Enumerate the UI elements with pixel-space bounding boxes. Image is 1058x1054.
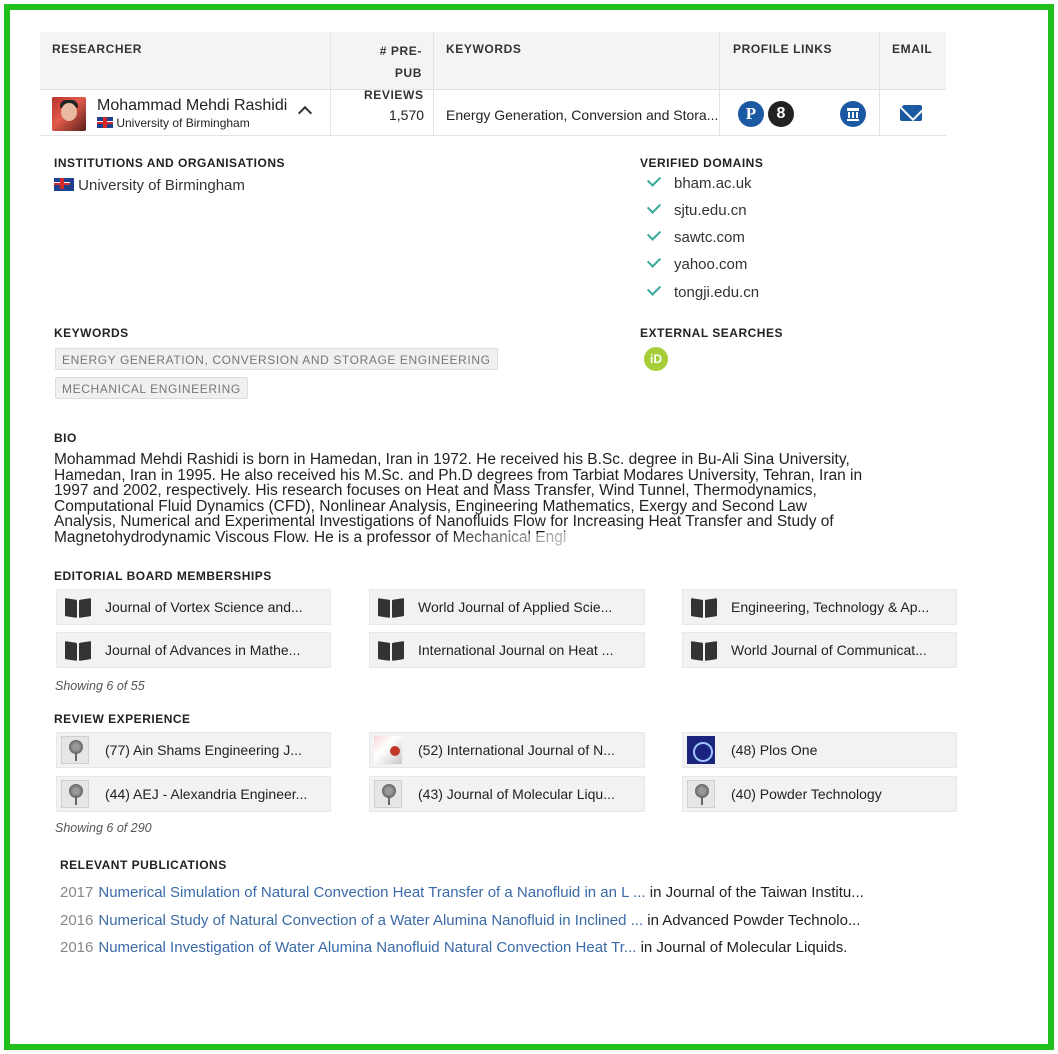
keyword-tag[interactable]: ENERGY GENERATION, CONVERSION AND STORAG… [55, 348, 498, 370]
publication-year: 2016 [60, 939, 94, 956]
uk-flag-icon [54, 178, 74, 191]
researcher-institution-label: University of Birmingham [116, 116, 250, 130]
book-icon [378, 599, 404, 617]
institution-item: University of Birmingham [54, 177, 245, 194]
bio-fade-overlay [430, 534, 650, 554]
editorial-card[interactable]: World Journal of Applied Scie... [369, 589, 645, 625]
book-icon [65, 599, 91, 617]
researcher-institution: University of Birmingham [97, 116, 250, 130]
book-icon [691, 599, 717, 617]
row-keywords: Energy Generation, Conversion and Stora.… [446, 107, 719, 123]
editorial-card[interactable]: International Journal on Heat ... [369, 632, 645, 668]
publication-venue: in Journal of the Taiwan Institu... [649, 884, 864, 901]
keywords-title: KEYWORDS [54, 326, 129, 340]
bio-text: Mohammad Mehdi Rashidi is born in Hameda… [54, 451, 863, 546]
review-card[interactable]: (43) Journal of Molecular Liqu... [369, 776, 645, 812]
review-title: REVIEW EXPERIENCE [54, 712, 191, 726]
editorial-card[interactable]: World Journal of Communicat... [682, 632, 957, 668]
editorial-title: EDITORIAL BOARD MEMBERSHIPS [54, 569, 272, 583]
book-icon [65, 642, 91, 660]
publications-title: RELEVANT PUBLICATIONS [60, 858, 227, 872]
researcher-name[interactable]: Mohammad Mehdi Rashidi [97, 97, 287, 115]
domain-item: sjtu.edu.cn [644, 199, 747, 222]
check-icon [646, 172, 662, 187]
publication-venue: in Journal of Molecular Liquids. [640, 939, 848, 956]
institution-icon[interactable] [840, 101, 866, 127]
check-icon [646, 281, 662, 296]
elsevier-logo-icon [61, 736, 89, 764]
publons-icon[interactable]: P [738, 101, 764, 127]
elsevier-logo-icon [687, 780, 715, 808]
domain-item: sawtc.com [644, 226, 745, 249]
email-icon[interactable] [900, 105, 922, 121]
check-icon [646, 253, 662, 268]
prepub-reviews-count: 1,570 [389, 107, 425, 123]
orcid-icon[interactable]: iD [644, 347, 668, 371]
elsevier-logo-icon [374, 780, 402, 808]
verified-domains-title: VERIFIED DOMAINS [640, 156, 764, 170]
publication-venue: in Advanced Powder Technolo... [647, 912, 861, 929]
publication-year: 2017 [60, 884, 94, 901]
domain-item: bham.ac.uk [644, 172, 752, 195]
keyword-tag[interactable]: MECHANICAL ENGINEERING [55, 377, 248, 399]
editorial-showing-count[interactable]: Showing 6 of 55 [55, 679, 145, 693]
publication-link[interactable]: Numerical Simulation of Natural Convecti… [98, 884, 645, 901]
plos-logo-icon [687, 736, 715, 764]
book-icon [691, 642, 717, 660]
review-card[interactable]: (44) AEJ - Alexandria Engineer... [56, 776, 331, 812]
uk-flag-icon [97, 117, 113, 128]
publication-item: 2016 Numerical Study of Natural Convectio… [60, 912, 860, 929]
review-card[interactable]: (48) Plos One [682, 732, 957, 768]
check-icon [646, 199, 662, 214]
external-searches-title: EXTERNAL SEARCHES [640, 326, 783, 340]
institution-label: University of Birmingham [78, 177, 245, 194]
elsevier-logo-icon [61, 780, 89, 808]
bio-title: BIO [54, 431, 77, 445]
publication-link[interactable]: Numerical Study of Natural Convection of… [98, 912, 643, 929]
review-showing-count[interactable]: Showing 6 of 290 [55, 821, 152, 835]
domain-item: yahoo.com [644, 253, 747, 276]
editorial-card[interactable]: Journal of Vortex Science and... [56, 589, 331, 625]
institutions-title: INSTITUTIONS AND ORGANISATIONS [54, 156, 285, 170]
publication-item: 2017 Numerical Simulation of Natural Conv… [60, 884, 864, 901]
book-icon [378, 642, 404, 660]
editorial-card[interactable]: Journal of Advances in Mathe... [56, 632, 331, 668]
publication-item: 2016 Numerical Investigation of Water Alu… [60, 939, 847, 956]
publication-year: 2016 [60, 912, 94, 929]
editorial-card[interactable]: Engineering, Technology & Ap... [682, 589, 957, 625]
google-scholar-icon[interactable]: 8 [768, 101, 794, 127]
domain-item: tongji.edu.cn [644, 281, 759, 304]
check-icon [646, 226, 662, 241]
review-card[interactable]: (52) International Journal of N... [369, 732, 645, 768]
avatar [52, 97, 86, 131]
review-card[interactable]: (77) Ain Shams Engineering J... [56, 732, 331, 768]
publication-link[interactable]: Numerical Investigation of Water Alumina… [98, 939, 636, 956]
journal-cover-icon [374, 736, 402, 764]
review-card[interactable]: (40) Powder Technology [682, 776, 957, 812]
